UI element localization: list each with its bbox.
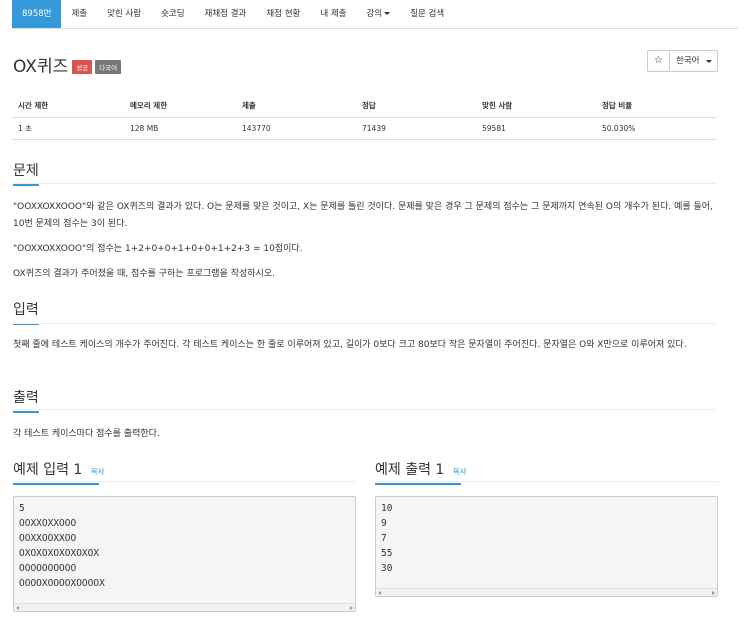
accepted-value: 71439 xyxy=(356,117,476,140)
tab-short-coding[interactable]: 숏코딩 xyxy=(151,0,194,28)
tab-lectures-dropdown[interactable]: 강의 xyxy=(357,0,401,28)
status-badge-success: 성공 xyxy=(72,59,93,74)
table-row: 1 초 128 MB 143770 71439 59581 50.030% xyxy=(12,117,717,140)
sample-line: 55 xyxy=(381,548,393,559)
sample-line: 9 xyxy=(381,518,387,529)
sample-line: OXOXOXOXOXOXOX xyxy=(19,548,100,559)
section-divider xyxy=(13,409,717,410)
sample-output-box[interactable]: 10 9 7 55 30 xyxy=(375,496,718,597)
problem-nav: 8958번 제출 맞힌 사람 숏코딩 재채점 결과 채점 현황 내 제출 강의 … xyxy=(12,0,454,28)
tab-label: 맞힌 사람 xyxy=(107,9,142,19)
accept-ratio-value: 50.030% xyxy=(596,117,717,140)
output-description: 각 테스트 케이스마다 점수를 출력한다. xyxy=(13,429,160,439)
sample-line: 30 xyxy=(381,563,393,574)
scroll-left-icon[interactable] xyxy=(16,606,19,610)
memory-limit-value: 128 MB xyxy=(124,117,236,140)
tab-solved-users[interactable]: 맞힌 사람 xyxy=(97,0,151,28)
section-heading-text: 예제 입력 1 xyxy=(13,462,83,478)
sample-line: OOOOXOOOOXOOOOX xyxy=(19,578,105,589)
tab-label: 내 제출 xyxy=(320,9,347,19)
section-divider xyxy=(13,481,356,482)
input-section-heading: 입력 xyxy=(13,299,39,325)
heading-underline xyxy=(375,483,461,485)
star-favorite-button[interactable]: ☆ xyxy=(647,50,670,72)
tab-label: 숏코딩 xyxy=(161,9,185,19)
output-section-heading: 출력 xyxy=(13,387,39,413)
input-description: 첫째 줄에 테스트 케이스의 개수가 주어진다. 각 테스트 케이스는 한 줄로… xyxy=(13,340,687,350)
table-header-cell: 메모리 제한 xyxy=(124,95,236,118)
sample-input-heading: 예제 입력 1 복사 xyxy=(13,459,105,485)
table-header-cell: 정답 xyxy=(356,95,476,118)
sample-line: OOXXOXXOOO xyxy=(19,518,77,529)
tab-label: 채점 현황 xyxy=(266,9,301,19)
scroll-right-icon[interactable] xyxy=(350,606,353,610)
table-header-row: 시간 제한 메모리 제한 제출 정답 맞힌 사람 정답 비율 xyxy=(12,95,717,118)
table-header-cell: 정답 비율 xyxy=(596,95,717,118)
tab-problem-number[interactable]: 8958번 xyxy=(12,0,62,28)
section-heading-text: 입력 xyxy=(13,302,39,318)
time-limit-value: 1 초 xyxy=(12,117,124,140)
tab-judge-status[interactable]: 채점 현황 xyxy=(256,0,310,28)
sample-line: 7 xyxy=(381,533,387,544)
caret-down-icon xyxy=(706,60,712,63)
section-heading-text: 출력 xyxy=(13,390,39,406)
heading-underline xyxy=(13,483,99,485)
language-label: 한국어 xyxy=(676,56,700,66)
language-dropdown[interactable]: 한국어 xyxy=(670,50,718,72)
scroll-right-icon[interactable] xyxy=(712,591,715,595)
problem-header: OX퀴즈 성공 다국어 xyxy=(13,52,122,77)
sample-output-heading: 예제 출력 1 복사 xyxy=(375,459,467,485)
problem-info-table: 시간 제한 메모리 제한 제출 정답 맞힌 사람 정답 비율 1 초 128 M… xyxy=(12,95,717,140)
problem-task: OX퀴즈의 결과가 주어졌을 때, 점수를 구하는 프로그램을 작성하시오. xyxy=(13,269,275,279)
table-header-cell: 제출 xyxy=(236,95,356,118)
tab-label: 8958번 xyxy=(22,9,52,19)
nav-divider xyxy=(12,28,738,29)
section-heading-text: 예제 출력 1 xyxy=(375,462,445,478)
problem-section-heading: 문제 xyxy=(13,160,39,186)
tab-my-submissions[interactable]: 내 제출 xyxy=(310,0,356,28)
tab-label: 질문 검색 xyxy=(410,9,445,19)
tab-submit[interactable]: 제출 xyxy=(61,0,97,28)
submissions-value: 143770 xyxy=(236,117,356,140)
heading-underline xyxy=(13,184,39,186)
sample-line: OOOOOOOOOO xyxy=(19,563,77,574)
tab-label: 재채점 결과 xyxy=(204,9,247,19)
sample-line: OOXXOOXXOO xyxy=(19,533,77,544)
problem-description: "OOXXOXXOOO"와 같은 OX퀴즈의 결과가 있다. O는 문제를 맞은… xyxy=(13,202,713,229)
scroll-left-icon[interactable] xyxy=(378,591,381,595)
sample-input-box[interactable]: 5 OOXXOXXOOO OOXXOOXXOO OXOXOXOXOXOXOX O… xyxy=(13,496,356,612)
table-header-cell: 시간 제한 xyxy=(12,95,124,118)
horizontal-scrollbar[interactable] xyxy=(14,603,355,611)
sample-line: 10 xyxy=(381,503,393,514)
solved-users-value: 59581 xyxy=(476,117,596,140)
heading-underline xyxy=(13,411,39,413)
problem-title: OX퀴즈 xyxy=(13,57,69,77)
tab-label: 제출 xyxy=(71,9,88,19)
caret-down-icon xyxy=(384,12,391,15)
copy-sample-input-link[interactable]: 복사 xyxy=(91,467,105,476)
horizontal-scrollbar[interactable] xyxy=(376,588,717,596)
problem-example-score: "OOXXOXXOOO"의 점수는 1+2+0+0+1+0+0+1+2+3 = … xyxy=(13,244,303,254)
table-header-cell: 맞힌 사람 xyxy=(476,95,596,118)
status-badge-multilang: 다국어 xyxy=(95,59,122,74)
tab-label: 강의 xyxy=(366,9,383,19)
section-heading-text: 문제 xyxy=(13,163,39,179)
section-divider xyxy=(13,183,717,184)
star-icon: ☆ xyxy=(654,55,663,66)
tab-rejudge-results[interactable]: 재채점 결과 xyxy=(195,0,257,28)
sample-line: 5 xyxy=(19,503,25,514)
section-divider xyxy=(375,481,718,482)
section-divider xyxy=(13,323,717,324)
copy-sample-output-link[interactable]: 복사 xyxy=(453,467,467,476)
tab-question-search[interactable]: 질문 검색 xyxy=(400,0,454,28)
